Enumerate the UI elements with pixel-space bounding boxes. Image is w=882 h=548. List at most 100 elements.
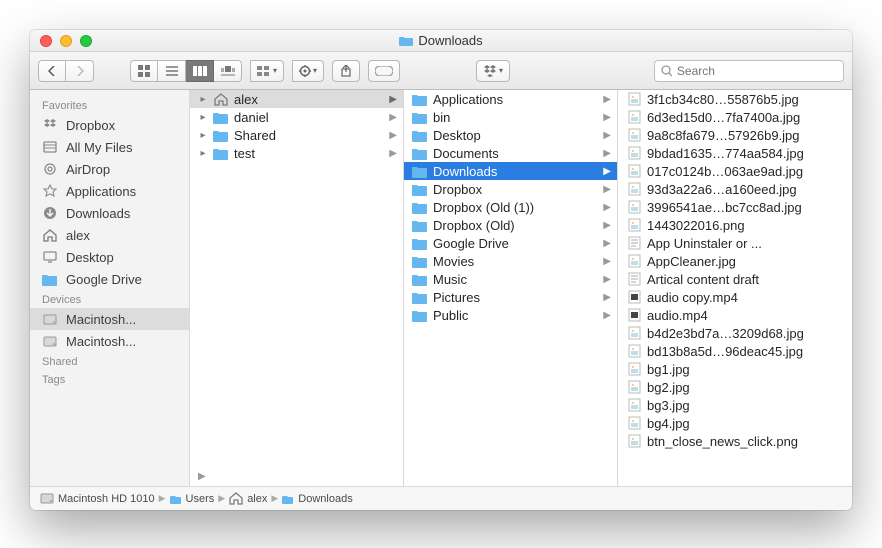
path-bar: Macintosh HD 1010▶Users▶alex▶Downloads	[30, 486, 852, 510]
file-label: Music	[433, 272, 467, 287]
dropbox-icon	[42, 117, 58, 133]
file-row[interactable]: Public▶	[404, 306, 617, 324]
jpg-icon	[626, 182, 642, 196]
file-row[interactable]: Dropbox (Old (1))▶	[404, 198, 617, 216]
file-label: Downloads	[433, 164, 497, 179]
file-row[interactable]: Google Drive▶	[404, 234, 617, 252]
column-more-arrow[interactable]: ▶	[190, 467, 403, 486]
file-label: 93d3a22a6…a160eed.jpg	[647, 182, 797, 197]
file-row[interactable]: Music▶	[404, 270, 617, 288]
file-row[interactable]: 3f1cb34c80…55876b5.jpg	[618, 90, 852, 108]
expand-arrow-icon: ▸	[198, 130, 208, 141]
sidebar-item-airdrop[interactable]: AirDrop	[30, 158, 189, 180]
breadcrumb-alex[interactable]: alex	[229, 492, 267, 505]
folder-icon	[282, 494, 294, 504]
sidebar-item-label: Applications	[66, 184, 136, 199]
file-row[interactable]: 6d3ed15d0…7fa7400a.jpg	[618, 108, 852, 126]
file-row[interactable]: 017c0124b…063ae9ad.jpg	[618, 162, 852, 180]
share-button[interactable]	[332, 60, 360, 82]
file-row[interactable]: bg1.jpg	[618, 360, 852, 378]
sidebar-item-downloads[interactable]: Downloads	[30, 202, 189, 224]
sidebar-item-applications[interactable]: Applications	[30, 180, 189, 202]
file-row[interactable]: Dropbox (Old)▶	[404, 216, 617, 234]
file-row[interactable]: Dropbox▶	[404, 180, 617, 198]
file-row[interactable]: Documents▶	[404, 144, 617, 162]
folder-icon	[213, 110, 229, 124]
file-row[interactable]: App Uninstaler or ...	[618, 234, 852, 252]
file-row[interactable]: b4d2e3bd7a…3209d68.jpg	[618, 324, 852, 342]
column-view-button[interactable]	[186, 60, 214, 82]
search-field[interactable]	[654, 60, 844, 82]
sidebar-item-label: Macintosh...	[66, 334, 136, 349]
file-label: 3f1cb34c80…55876b5.jpg	[647, 92, 799, 107]
folder-icon	[412, 128, 428, 142]
file-row[interactable]: bd13b8a5d…96deac45.jpg	[618, 342, 852, 360]
folder-icon	[412, 290, 428, 304]
file-row[interactable]: ▸test▶	[190, 144, 403, 162]
file-label: 9bdad1635…774aa584.jpg	[647, 146, 804, 161]
file-row[interactable]: audio copy.mp4	[618, 288, 852, 306]
window-title-text: Downloads	[418, 33, 482, 48]
breadcrumb-macintosh-hd-1010[interactable]: Macintosh HD 1010	[40, 492, 155, 505]
file-row[interactable]: 3996541ae…bc7cc8ad.jpg	[618, 198, 852, 216]
file-label: bg2.jpg	[647, 380, 690, 395]
file-row[interactable]: ▸daniel▶	[190, 108, 403, 126]
tags-button[interactable]	[368, 60, 400, 82]
doc-icon	[626, 272, 642, 286]
file-row[interactable]: btn_close_news_click.png	[618, 432, 852, 450]
file-row[interactable]: bg3.jpg	[618, 396, 852, 414]
file-label: bg3.jpg	[647, 398, 690, 413]
file-row[interactable]: bg4.jpg	[618, 414, 852, 432]
file-row[interactable]: 1443022016.png	[618, 216, 852, 234]
back-button[interactable]	[38, 60, 66, 82]
file-row[interactable]: Applications▶	[404, 90, 617, 108]
arrange-button[interactable]: ▾	[250, 60, 284, 82]
list-view-button[interactable]	[158, 60, 186, 82]
sidebar-item-dropbox[interactable]: Dropbox	[30, 114, 189, 136]
file-label: test	[234, 146, 255, 161]
file-row[interactable]: 93d3a22a6…a160eed.jpg	[618, 180, 852, 198]
breadcrumb-users[interactable]: Users	[170, 493, 215, 505]
file-row[interactable]: ▸Shared▶	[190, 126, 403, 144]
file-label: Artical content draft	[647, 272, 759, 287]
search-input[interactable]	[677, 64, 837, 78]
breadcrumb-downloads[interactable]: Downloads	[282, 493, 352, 505]
file-row[interactable]: bin▶	[404, 108, 617, 126]
file-row[interactable]: Desktop▶	[404, 126, 617, 144]
jpg-icon	[626, 200, 642, 214]
file-row[interactable]: Downloads▶	[404, 162, 617, 180]
file-label: 1443022016.png	[647, 218, 745, 233]
jpg-icon	[626, 416, 642, 430]
file-label: Applications	[433, 92, 503, 107]
file-label: Dropbox	[433, 182, 482, 197]
action-button[interactable]: ▾	[292, 60, 324, 82]
sidebar-item-macintosh-[interactable]: Macintosh...	[30, 330, 189, 352]
file-row[interactable]: AppCleaner.jpg	[618, 252, 852, 270]
file-row[interactable]: 9bdad1635…774aa584.jpg	[618, 144, 852, 162]
chevron-right-icon: ▶	[603, 310, 613, 321]
sidebar-item-google-drive[interactable]: Google Drive	[30, 268, 189, 290]
dropbox-toolbar-button[interactable]: ▾	[476, 60, 510, 82]
jpg-icon	[626, 146, 642, 160]
sidebar-item-macintosh-[interactable]: Macintosh...	[30, 308, 189, 330]
breadcrumb-label: alex	[247, 493, 267, 505]
chevron-right-icon: ▶	[603, 256, 613, 267]
file-row[interactable]: ▸alex▶	[190, 90, 403, 108]
file-row[interactable]: Movies▶	[404, 252, 617, 270]
icon-view-button[interactable]	[130, 60, 158, 82]
file-row[interactable]: Artical content draft	[618, 270, 852, 288]
sidebar-item-alex[interactable]: alex	[30, 224, 189, 246]
coverflow-view-button[interactable]	[214, 60, 242, 82]
file-row[interactable]: Pictures▶	[404, 288, 617, 306]
sidebar-item-all-my-files[interactable]: All My Files	[30, 136, 189, 158]
file-row[interactable]: 9a8c8fa679…57926b9.jpg	[618, 126, 852, 144]
downloads-icon	[42, 205, 58, 221]
file-label: bin	[433, 110, 450, 125]
file-row[interactable]: bg2.jpg	[618, 378, 852, 396]
file-row[interactable]: audio.mp4	[618, 306, 852, 324]
file-label: 3996541ae…bc7cc8ad.jpg	[647, 200, 802, 215]
airdrop-icon	[42, 161, 58, 177]
sidebar-item-desktop[interactable]: Desktop	[30, 246, 189, 268]
forward-button[interactable]	[66, 60, 94, 82]
file-label: Documents	[433, 146, 499, 161]
